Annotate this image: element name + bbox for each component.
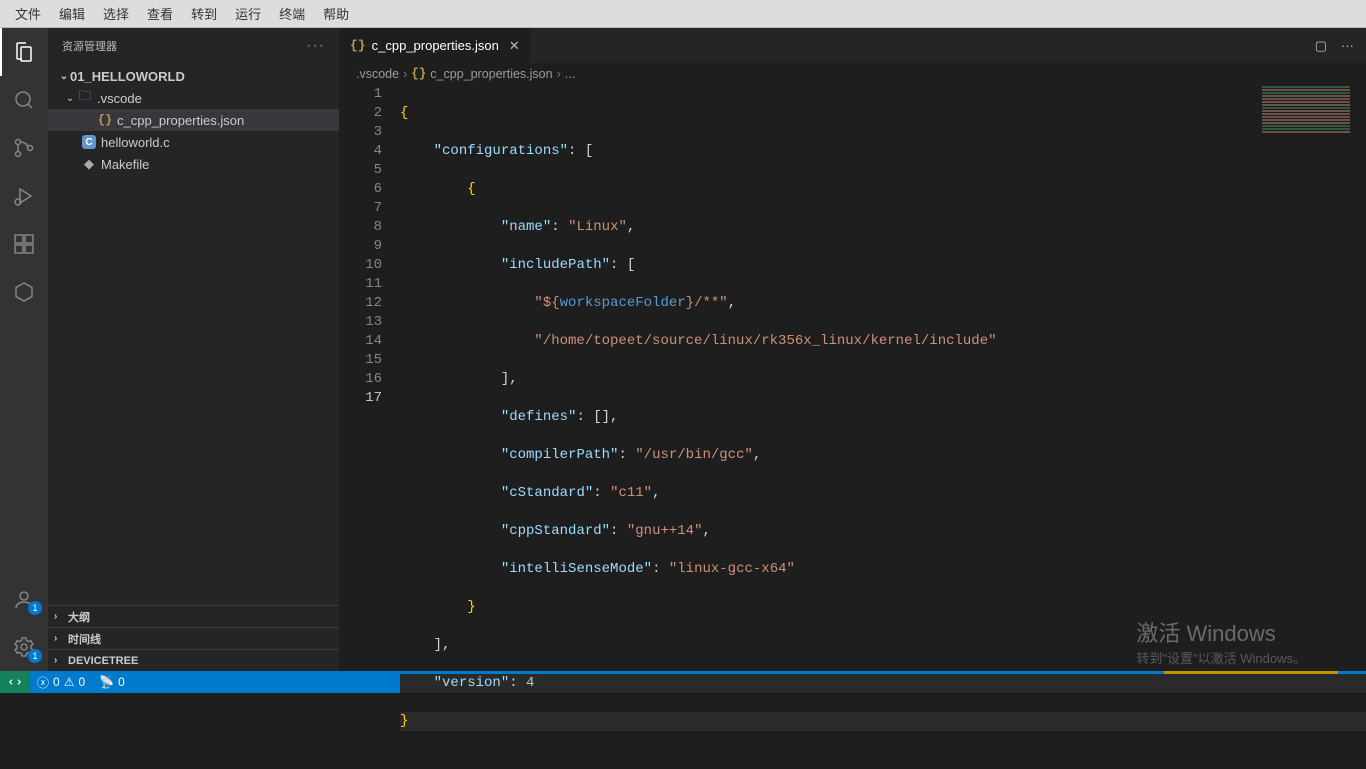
- folder-vscode[interactable]: ⌄ 🗀 .vscode: [48, 87, 339, 109]
- tab-label: c_cpp_properties.json: [372, 38, 499, 53]
- file-label: c_cpp_properties.json: [117, 113, 244, 128]
- status-ports[interactable]: 📡0: [92, 671, 132, 693]
- split-editor-icon[interactable]: ▢: [1315, 38, 1327, 54]
- makefile-icon: ◆: [80, 156, 98, 172]
- menu-go[interactable]: 转到: [182, 4, 226, 23]
- file-makefile[interactable]: ◆ Makefile: [48, 153, 339, 175]
- menu-view[interactable]: 查看: [138, 4, 182, 23]
- activity-bar: 1 1: [0, 28, 48, 671]
- minimap[interactable]: [1256, 85, 1356, 205]
- status-problems[interactable]: ⓧ0 ⚠0: [30, 671, 92, 693]
- chevron-down-icon: ⌄: [58, 71, 70, 82]
- accounts-badge: 1: [28, 601, 42, 615]
- folder-label: .vscode: [97, 91, 142, 106]
- chevron-right-icon: ›: [54, 611, 68, 622]
- radio-icon: 📡: [99, 675, 114, 689]
- section-timeline[interactable]: › 时间线: [48, 627, 339, 649]
- error-icon: ⓧ: [37, 674, 49, 691]
- code-editor[interactable]: { "configurations": [ { "name": "Linux",…: [400, 85, 1366, 671]
- warning-icon: ⚠: [64, 675, 75, 689]
- remote-indicator[interactable]: [0, 671, 30, 693]
- explorer-title: 资源管理器: [62, 38, 117, 54]
- activity-explorer-icon[interactable]: [0, 28, 48, 76]
- chevron-right-icon: ›: [557, 67, 561, 81]
- editor-more-icon[interactable]: ···: [1341, 38, 1354, 53]
- file-label: Makefile: [101, 157, 149, 172]
- section-devicetree[interactable]: › DEVICETREE: [48, 649, 339, 671]
- tab-ccpp-properties[interactable]: {} c_cpp_properties.json ✕: [340, 28, 531, 63]
- activity-debug-icon[interactable]: [0, 172, 48, 220]
- settings-badge: 1: [28, 649, 42, 663]
- breadcrumb-file[interactable]: c_cpp_properties.json: [430, 67, 552, 81]
- breadcrumb-more[interactable]: ...: [565, 67, 575, 81]
- menu-edit[interactable]: 编辑: [50, 4, 94, 23]
- activity-extensions-icon[interactable]: [0, 220, 48, 268]
- menu-selection[interactable]: 选择: [94, 4, 138, 23]
- chevron-right-icon: ›: [54, 655, 68, 666]
- chevron-right-icon: ›: [54, 633, 68, 644]
- breadcrumb[interactable]: .vscode › {} c_cpp_properties.json › ...: [340, 63, 1366, 85]
- project-name: 01_HELLOWORLD: [70, 69, 185, 84]
- json-icon: {}: [350, 38, 366, 53]
- section-outline[interactable]: › 大纲: [48, 605, 339, 627]
- menu-file[interactable]: 文件: [6, 4, 50, 23]
- c-file-icon: C: [80, 135, 98, 149]
- activity-hex-icon[interactable]: [0, 268, 48, 316]
- editor-area: {} c_cpp_properties.json ✕ ▢ ··· .vscode…: [340, 28, 1366, 671]
- json-icon: {}: [96, 113, 114, 127]
- explorer-sidebar: 资源管理器 ··· ⌄ 01_HELLOWORLD ⌄ 🗀 .vscode {}…: [48, 28, 340, 671]
- menu-run[interactable]: 运行: [226, 4, 270, 23]
- folder-icon: 🗀: [76, 87, 94, 109]
- editor-tabs: {} c_cpp_properties.json ✕ ▢ ···: [340, 28, 1366, 63]
- file-ccpp-properties[interactable]: {} c_cpp_properties.json: [48, 109, 339, 131]
- activity-scm-icon[interactable]: [0, 124, 48, 172]
- file-tree: ⌄ 01_HELLOWORLD ⌄ 🗀 .vscode {} c_cpp_pro…: [48, 63, 339, 605]
- menu-terminal[interactable]: 终端: [270, 4, 314, 23]
- menu-help[interactable]: 帮助: [314, 4, 358, 23]
- chevron-down-icon: ⌄: [64, 93, 76, 104]
- json-icon: {}: [411, 67, 426, 81]
- activity-search-icon[interactable]: [0, 76, 48, 124]
- close-icon[interactable]: ✕: [509, 38, 520, 54]
- file-label: helloworld.c: [101, 135, 170, 150]
- file-helloworld[interactable]: C helloworld.c: [48, 131, 339, 153]
- chevron-right-icon: ›: [403, 67, 407, 81]
- line-gutter: 12345678 910111213141516 17: [340, 85, 400, 671]
- breadcrumb-folder[interactable]: .vscode: [356, 67, 399, 81]
- explorer-more-icon[interactable]: ···: [306, 37, 325, 55]
- project-root[interactable]: ⌄ 01_HELLOWORLD: [48, 65, 339, 87]
- activity-settings-icon[interactable]: 1: [0, 623, 48, 671]
- activity-accounts-icon[interactable]: 1: [0, 575, 48, 623]
- menu-bar: 文件 编辑 选择 查看 转到 运行 终端 帮助: [0, 0, 1366, 28]
